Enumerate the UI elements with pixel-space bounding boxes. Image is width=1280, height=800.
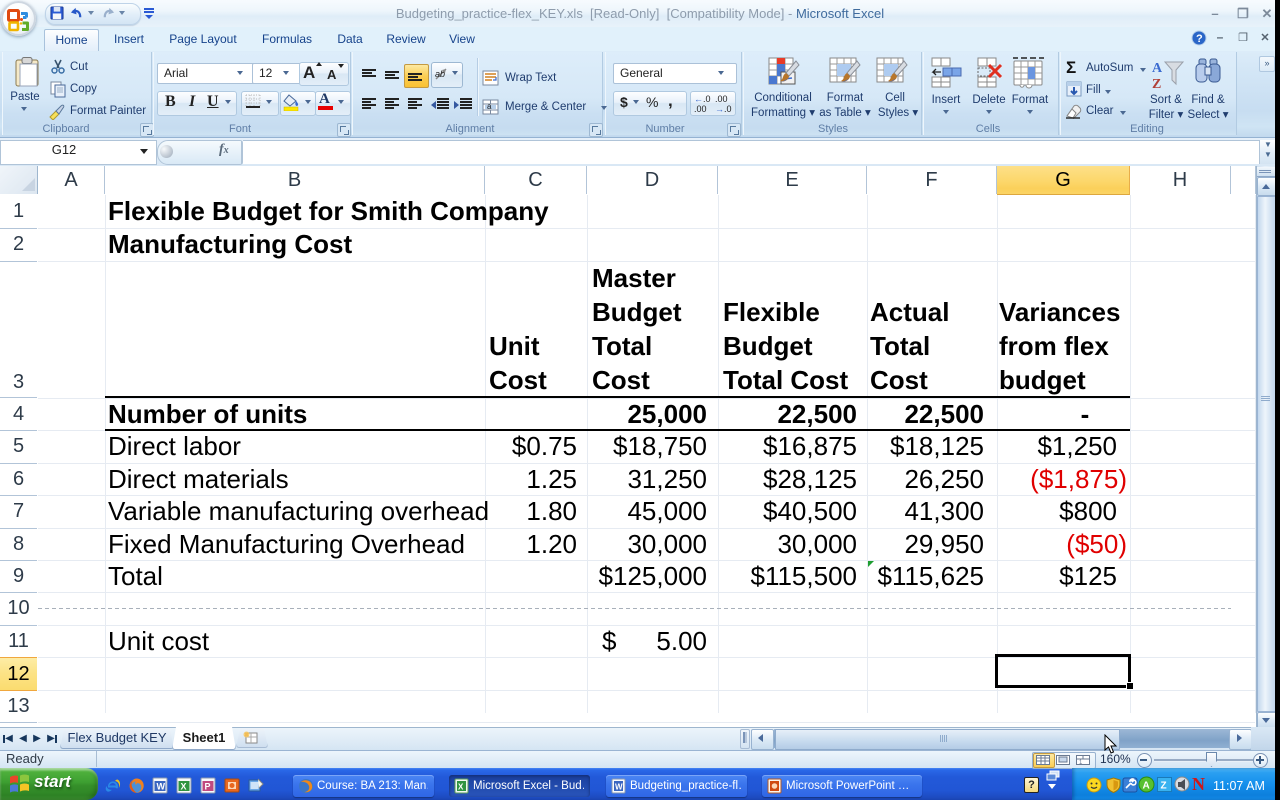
svg-text:ab: ab bbox=[435, 69, 445, 79]
svg-text:A: A bbox=[1143, 781, 1150, 792]
svg-text:Z: Z bbox=[1161, 781, 1167, 792]
svg-text:X: X bbox=[181, 782, 187, 792]
svg-text:X: X bbox=[458, 783, 464, 792]
svg-text:W: W bbox=[615, 783, 623, 792]
svg-text:A: A bbox=[1152, 61, 1163, 76]
svg-text:a: a bbox=[487, 102, 492, 111]
svg-text:?: ? bbox=[1196, 33, 1203, 45]
svg-text:W: W bbox=[157, 782, 166, 792]
svg-text:P: P bbox=[205, 782, 211, 792]
svg-text:Z: Z bbox=[1152, 77, 1161, 91]
